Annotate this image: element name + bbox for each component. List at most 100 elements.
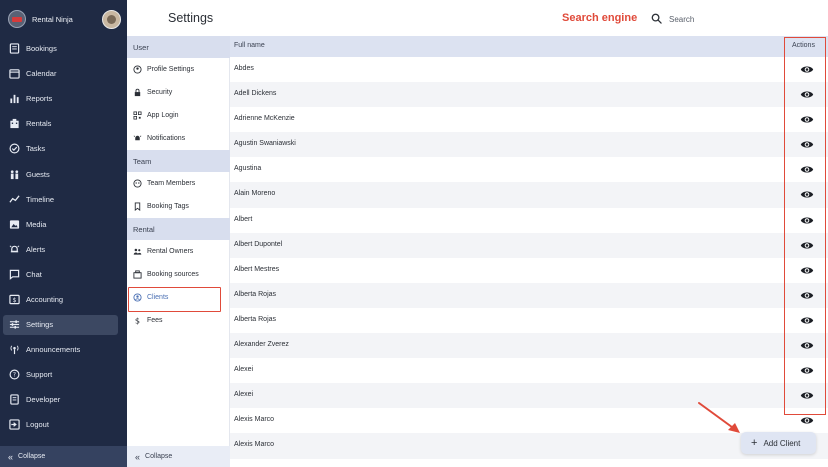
- nav-item-guests[interactable]: Guests: [0, 161, 127, 186]
- nav-item-accounting[interactable]: $ Accounting: [0, 287, 127, 312]
- table-row[interactable]: Alain Moreno: [230, 182, 828, 208]
- add-client-button[interactable]: + Add Client: [741, 432, 816, 454]
- view-client-eye-icon[interactable]: [800, 340, 814, 351]
- table-row[interactable]: Albert Dupontel: [230, 232, 828, 258]
- view-client-eye-icon[interactable]: [800, 64, 814, 75]
- nav-item-media[interactable]: Media: [0, 212, 127, 237]
- nav-item-label: Calendar: [26, 69, 57, 79]
- settings-item-team-members[interactable]: Team Members: [127, 172, 230, 195]
- nav-item-developer[interactable]: Developer: [0, 387, 127, 412]
- view-client-eye-icon[interactable]: [800, 89, 814, 100]
- developer-icon: [8, 394, 20, 406]
- nav-item-bookings[interactable]: Bookings: [0, 36, 127, 61]
- nav-item-timeline[interactable]: Timeline: [0, 187, 127, 212]
- view-client-eye-icon[interactable]: [800, 415, 814, 426]
- search-icon[interactable]: [651, 13, 662, 24]
- nav-item-label: Logout: [26, 420, 49, 430]
- settings-item-security[interactable]: Security: [127, 81, 230, 104]
- view-client-eye-icon[interactable]: [800, 240, 814, 251]
- view-client-eye-icon[interactable]: [800, 164, 814, 175]
- view-client-eye-icon[interactable]: [800, 265, 814, 276]
- nav-item-chat[interactable]: Chat: [0, 262, 127, 287]
- settings-item-fees[interactable]: $ Fees: [127, 309, 230, 332]
- nav-item-label: Rentals: [26, 119, 52, 129]
- table-row[interactable]: Adrienne McKenzie: [230, 107, 828, 132]
- client-full-name: Adell Dickens: [234, 90, 277, 98]
- column-header-full-name[interactable]: Full name: [234, 42, 265, 49]
- nav-item-reports[interactable]: Reports: [0, 86, 127, 111]
- nav-item-settings[interactable]: Settings: [0, 312, 127, 337]
- brand[interactable]: Rental Ninja: [0, 0, 127, 38]
- table-row[interactable]: Alexander Zverez: [230, 333, 828, 359]
- client-full-name: Agustin Swaniawski: [234, 140, 296, 148]
- client-full-name: Alexander Zverez: [234, 341, 289, 349]
- user-avatar[interactable]: [102, 10, 121, 29]
- column-header-actions: Actions: [792, 42, 815, 49]
- bookmark-icon: [133, 202, 142, 211]
- svg-text:$: $: [135, 316, 140, 325]
- nav-item-rentals[interactable]: Rentals: [0, 111, 127, 136]
- table-row[interactable]: Alexis Marco: [230, 433, 828, 459]
- settings-item-label: Team Members: [147, 180, 196, 187]
- nav-item-alerts[interactable]: Alerts: [0, 237, 127, 262]
- nav-item-label: Reports: [26, 94, 53, 104]
- nav-item-announcements[interactable]: Announcements: [0, 337, 127, 362]
- settings-item-notifications[interactable]: Notifications: [127, 127, 230, 150]
- table-row[interactable]: Alberta Rojas: [230, 308, 828, 333]
- table-row[interactable]: Alexei: [230, 358, 828, 383]
- nav-item-label: Chat: [26, 269, 42, 279]
- nav-item-label: Developer: [26, 395, 61, 405]
- settings-item-clients[interactable]: Clients: [127, 286, 230, 312]
- rentals-icon: [8, 118, 20, 130]
- view-client-eye-icon[interactable]: [800, 139, 814, 150]
- settings-collapse-button[interactable]: « Collapse: [127, 446, 230, 467]
- main-sidebar: Rental Ninja Bookings Calendar Reports Rent…: [0, 0, 127, 467]
- view-client-eye-icon[interactable]: [800, 315, 814, 326]
- settings-item-label: App Login: [147, 112, 179, 119]
- settings-item-profile-settings[interactable]: Profile Settings: [127, 58, 230, 81]
- plus-icon: +: [751, 436, 758, 449]
- view-client-eye-icon[interactable]: [800, 390, 814, 401]
- nav-item-label: Tasks: [26, 144, 46, 154]
- brand-name: Rental Ninja: [32, 15, 73, 24]
- table-row[interactable]: Albert: [230, 208, 828, 233]
- notifications-icon: [133, 134, 142, 143]
- table-row[interactable]: Albert Mestres: [230, 258, 828, 283]
- nav-item-support[interactable]: ? Support: [0, 362, 127, 387]
- settings-section-user: User: [127, 36, 230, 58]
- table-row[interactable]: Agustina: [230, 157, 828, 182]
- table-row[interactable]: Abdes: [230, 57, 828, 82]
- view-client-eye-icon[interactable]: [800, 114, 814, 125]
- nav-item-label: Support: [26, 370, 53, 380]
- view-client-eye-icon[interactable]: [800, 290, 814, 301]
- dollar-icon: $: [133, 316, 142, 325]
- settings-item-rental-owners[interactable]: Rental Owners: [127, 240, 230, 263]
- settings-item-app-login[interactable]: App Login: [127, 104, 230, 127]
- qr-code-icon: [133, 111, 142, 120]
- view-client-eye-icon[interactable]: [800, 215, 814, 226]
- support-icon: ?: [8, 369, 20, 381]
- table-row[interactable]: Agustin Swaniawski: [230, 132, 828, 158]
- nav-item-label: Announcements: [26, 345, 81, 355]
- settings-icon: [8, 319, 20, 331]
- sidebar-collapse-button[interactable]: « Collapse: [0, 446, 127, 467]
- view-client-eye-icon[interactable]: [800, 189, 814, 200]
- page-title: Settings: [168, 11, 214, 25]
- settings-item-label: Profile Settings: [147, 66, 195, 73]
- settings-item-booking-tags[interactable]: Booking Tags: [127, 195, 230, 218]
- client-full-name: Albert Dupontel: [234, 240, 283, 248]
- view-client-eye-icon[interactable]: [800, 365, 814, 376]
- nav-item-tasks[interactable]: Tasks: [0, 136, 127, 161]
- double-chevron-left-icon: «: [135, 451, 141, 462]
- lock-icon: [133, 88, 142, 97]
- table-row[interactable]: Adell Dickens: [230, 82, 828, 108]
- client-full-name: Alberta Rojas: [234, 290, 277, 298]
- settings-item-booking-sources[interactable]: Booking sources: [127, 263, 230, 286]
- settings-item-label: Security: [147, 89, 173, 96]
- settings-menu: User Profile Settings Security App Login Not…: [127, 0, 230, 467]
- nav-item-logout[interactable]: Logout: [0, 412, 127, 437]
- table-row[interactable]: Alberta Rojas: [230, 282, 828, 308]
- nav-item-calendar[interactable]: Calendar: [0, 61, 127, 86]
- search-input[interactable]: [669, 13, 819, 25]
- svg-text:$: $: [12, 297, 16, 304]
